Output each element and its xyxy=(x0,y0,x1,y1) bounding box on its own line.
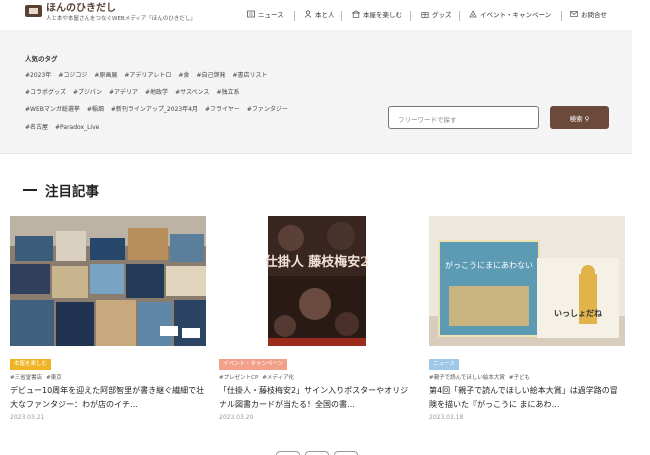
book-title: いっしょだね xyxy=(554,309,602,318)
tag-list: #プレゼントCP #メディア化 xyxy=(219,373,415,381)
category-badge[interactable]: イベント・キャンペーン xyxy=(219,359,288,370)
tag-link[interactable]: #食 xyxy=(178,72,189,79)
tag-row: #WEBマンガ総選挙 #稲畑 #新刊ラインアップ_2023年4月 #フライヤー #ファン… xyxy=(25,104,295,113)
search-button[interactable]: 検索 ⚲ xyxy=(550,106,609,129)
tag-link[interactable]: #WEBマンガ総選挙 xyxy=(25,106,80,113)
article-title[interactable]: 「仕掛人・藤枝梅安2」サイン入りポスターやオリジナル図書カードが当たる！全国の書… xyxy=(219,384,415,412)
tag-link[interactable]: #地政学 xyxy=(145,89,168,96)
article-card[interactable]: 仕掛人 藤枝梅安2 イベント・キャンペーン #プレゼントCP #メディア化 「仕掛… xyxy=(219,216,415,421)
nav-books-people[interactable]: 本と人 xyxy=(304,9,335,19)
tag-link[interactable]: #原画展 xyxy=(94,72,117,79)
tag-link[interactable]: #アデリア xyxy=(109,89,138,96)
event-icon xyxy=(469,10,477,18)
tag-link[interactable]: #コジコジ xyxy=(58,72,87,79)
nav-news[interactable]: ニュース xyxy=(247,9,284,19)
main-nav: ニュース 本と人 本屋を楽しむ グッズ イベント・キャンペーン お問合せ xyxy=(0,9,632,23)
article-title[interactable]: デビュー10周年を迎えた阿部智里が書き継ぐ繊細で壮大なファンタジー：わが店のイチ… xyxy=(10,384,206,412)
tag-link[interactable]: #新刊ラインアップ_2023年4月 xyxy=(111,106,198,113)
article-card[interactable]: 本屋を楽しむ #三省堂書店 #東京 デビュー10周年を迎えた阿部智里が書き継ぐ繊細… xyxy=(10,216,206,421)
tag-row: #名古屋 #Paradox_Live xyxy=(25,122,106,131)
tag-link[interactable]: #コラボグッズ xyxy=(25,89,66,96)
tag-link[interactable]: #名古屋 xyxy=(25,124,48,131)
popular-tags-title: 人気のタグ xyxy=(25,55,58,63)
tag-link[interactable]: #三省堂書店 xyxy=(10,375,42,381)
article-thumbnail[interactable]: 仕掛人 藤枝梅安2 xyxy=(219,216,415,346)
tag-link[interactable]: #書店リスト xyxy=(232,72,267,79)
title-dash xyxy=(23,189,37,191)
tag-list: #三省堂書店 #東京 xyxy=(10,373,206,381)
tag-link[interactable]: #アデリアレトロ xyxy=(124,72,171,79)
tag-link[interactable]: #東京 xyxy=(46,375,62,381)
tag-list: #親子で読んでほしい絵本大賞 #子ども xyxy=(429,373,625,381)
tag-link[interactable]: #メディア化 xyxy=(262,375,294,381)
poster-title: 仕掛人 藤枝梅安2 xyxy=(264,254,370,270)
store-icon xyxy=(352,10,360,18)
tag-link[interactable]: #ブジパン xyxy=(73,89,102,96)
article-date: 2023.03.18 xyxy=(429,414,464,421)
popular-tags-panel: 人気のタグ #2023年 #コジコジ #原画展 #アデリアレトロ #食 #自己啓発 #書店リ… xyxy=(0,30,632,154)
article-date: 2023.03.21 xyxy=(10,414,45,421)
category-badge[interactable]: ニュース xyxy=(429,359,459,370)
tag-link[interactable]: #フライヤー xyxy=(205,106,240,113)
section-title: 注目記事 xyxy=(23,180,99,200)
tag-link[interactable]: #2023年 xyxy=(25,72,51,79)
book-title: がっこうにまにあわない xyxy=(445,260,533,270)
nav-bookstore[interactable]: 本屋を楽しむ xyxy=(352,9,402,19)
tag-row: #コラボグッズ #ブジパン #アデリア #地政学 #サスペンス #独立系 xyxy=(25,87,246,96)
article-thumbnail[interactable]: がっこうにまにあわない いっしょだね xyxy=(429,216,625,346)
news-icon xyxy=(247,10,255,18)
site-header: ほんのひきだし 人と本や本屋さんをつなぐWEBメディア「ほんのひきだし」 ニュー… xyxy=(0,0,632,30)
pager-button[interactable] xyxy=(305,451,329,455)
nav-goods[interactable]: グッズ xyxy=(421,9,452,19)
tag-link[interactable]: #独立系 xyxy=(216,89,239,96)
person-icon xyxy=(304,10,312,18)
tag-link[interactable]: #親子で読んでほしい絵本大賞 xyxy=(429,375,505,381)
tag-row: #2023年 #コジコジ #原画展 #アデリアレトロ #食 #自己啓発 #書店リスト xyxy=(25,70,275,79)
tag-link[interactable]: #プレゼントCP xyxy=(219,375,258,381)
pager-button[interactable] xyxy=(276,451,300,455)
tag-link[interactable]: #稲畑 xyxy=(87,106,104,113)
search-input[interactable]: フリーワードで探す xyxy=(388,106,539,129)
pager-button[interactable] xyxy=(334,451,358,455)
category-badge[interactable]: 本屋を楽しむ xyxy=(10,359,52,370)
article-thumbnail[interactable] xyxy=(10,216,206,346)
article-date: 2023.03.20 xyxy=(219,414,254,421)
tag-link[interactable]: #ファンタジー xyxy=(247,106,288,113)
tag-link[interactable]: #サスペンス xyxy=(175,89,209,96)
nav-events[interactable]: イベント・キャンペーン xyxy=(469,9,551,19)
tag-link[interactable]: #子ども xyxy=(509,375,530,381)
article-title[interactable]: 第4回「親子で読んでほしい絵本大賞」は過学路の冒険を描いた『がっこうに まにあわ… xyxy=(429,384,625,412)
mail-icon xyxy=(570,11,578,17)
gift-icon xyxy=(421,12,429,18)
tag-link[interactable]: #自己啓発 xyxy=(196,72,225,79)
search-icon: ⚲ xyxy=(584,115,590,123)
article-card[interactable]: がっこうにまにあわない いっしょだね ニュース #親子で読んでほしい絵本大賞 #子… xyxy=(429,216,625,421)
tag-link[interactable]: #Paradox_Live xyxy=(55,124,99,131)
nav-contact[interactable]: お問合せ xyxy=(570,9,607,19)
